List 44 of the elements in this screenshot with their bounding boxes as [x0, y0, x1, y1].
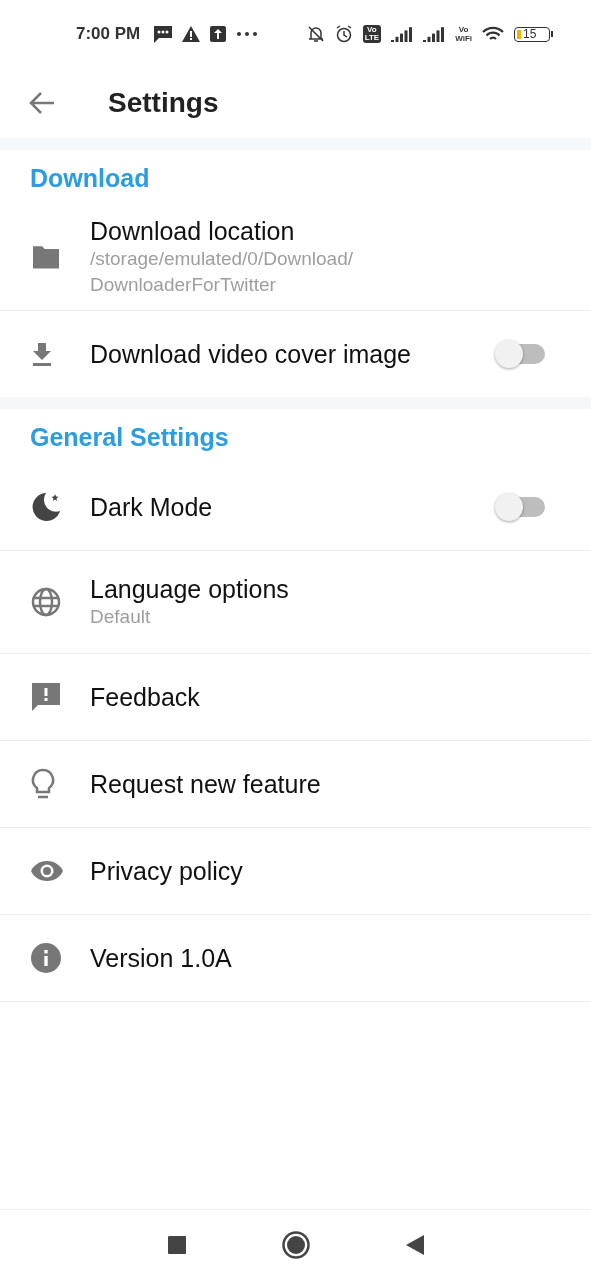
setting-label: Privacy policy — [90, 856, 244, 886]
settings-row[interactable]: Request new feature — [0, 741, 591, 828]
vowifi-icon: Vo WiFi — [455, 25, 472, 43]
setting-label: Download location — [90, 217, 296, 246]
info-icon — [30, 942, 62, 974]
eye-icon — [30, 860, 64, 882]
settings-row[interactable]: Language options Default — [0, 551, 591, 654]
setting-value: Default — [90, 604, 152, 629]
settings-row[interactable]: Privacy policy — [0, 828, 591, 915]
setting-label: Version 1.0A — [90, 943, 233, 973]
moon-icon — [30, 491, 62, 523]
section-title: Download — [29, 163, 151, 194]
bell-muted-icon — [306, 25, 325, 43]
back-nav-icon[interactable] — [405, 1235, 424, 1255]
signal-icon — [391, 26, 414, 42]
settings-row[interactable]: Feedback — [0, 654, 591, 741]
feedback-icon — [30, 681, 62, 713]
setting-label: Feedback — [90, 682, 201, 712]
page-title: Settings — [108, 87, 219, 119]
setting-label: Download video cover image — [90, 339, 412, 369]
settings-row[interactable]: Version 1.0A — [0, 915, 591, 1002]
setting-label: Dark Mode — [90, 492, 214, 522]
settings-row[interactable]: Download video cover image — [0, 311, 591, 397]
folder-icon — [30, 244, 62, 271]
warning-icon — [182, 26, 201, 42]
section-title: General Settings — [29, 422, 230, 453]
setting-label: Language options — [90, 574, 290, 604]
upload-icon — [210, 26, 227, 42]
lightbulb-icon — [30, 768, 56, 800]
battery-icon: 15 — [514, 26, 553, 42]
more-icon — [236, 31, 259, 37]
globe-icon — [30, 586, 62, 618]
setting-label: Request new feature — [90, 769, 322, 799]
clock-time: 7:00 PM — [76, 24, 141, 44]
signal-icon — [423, 26, 446, 42]
settings-row[interactable]: Dark Mode — [0, 464, 591, 551]
home-icon[interactable] — [281, 1231, 310, 1259]
settings-row[interactable]: Download location /storage/emulated/0/Download/ DownloaderForTwitter — [0, 205, 591, 311]
setting-value: /storage/emulated/0/Download/ DownloaderForTwitter — [90, 247, 354, 297]
download-icon — [30, 341, 54, 367]
message-icon — [154, 25, 173, 43]
volte-icon: Vo LTE — [362, 25, 382, 43]
stop-icon[interactable] — [167, 1236, 186, 1254]
alarm-icon — [334, 25, 353, 43]
